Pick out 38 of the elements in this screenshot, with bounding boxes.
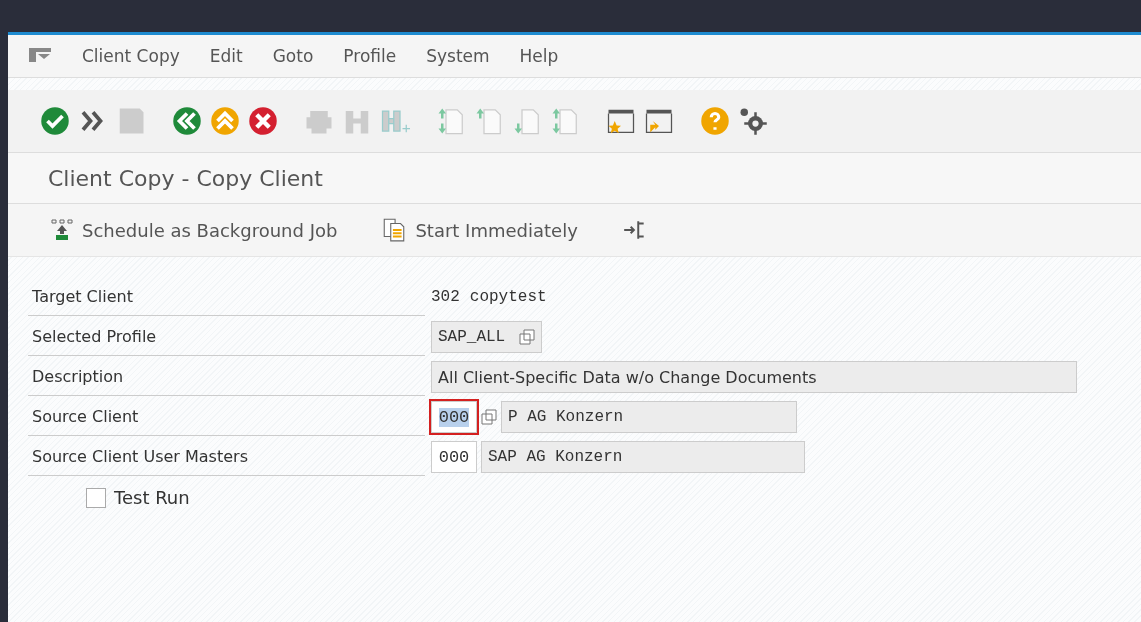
toolbar-button[interactable]: Start Immediately	[379, 214, 580, 246]
checkbox[interactable]	[86, 487, 106, 508]
field-label: Description	[28, 358, 425, 396]
help-icon[interactable]	[700, 106, 730, 136]
next-page-icon[interactable]	[512, 106, 542, 136]
back-icon[interactable]	[172, 106, 202, 136]
field-text: copytest	[469, 288, 547, 306]
menu-item[interactable]: System	[426, 46, 490, 66]
menu-item[interactable]: Help	[519, 46, 559, 66]
checkbox-label: Test Run	[114, 487, 190, 508]
field-label: Selected Profile	[28, 318, 425, 356]
last-page-icon[interactable]	[550, 106, 580, 136]
screen-title: Client Copy - Copy Client	[8, 153, 1141, 204]
value-help-icon[interactable]	[481, 409, 497, 425]
menu-item[interactable]: Goto	[272, 46, 314, 66]
menu-item[interactable]: Edit	[209, 46, 243, 66]
field-label: Source Client User Masters	[28, 438, 425, 476]
close-icon[interactable]	[248, 106, 278, 136]
field-value: 302	[431, 288, 460, 306]
description-field: All Client-Specific Data w/o Change Documents	[431, 361, 1077, 393]
first-page-icon[interactable]	[436, 106, 466, 136]
client-name-field: SAP AG Konzern	[481, 441, 805, 473]
toolbar-button[interactable]: Schedule as Background Job	[48, 215, 340, 245]
job-icon[interactable]	[50, 217, 74, 243]
profile-field[interactable]: SAP_ALL	[431, 321, 543, 353]
client-name-field: P AG Konzern	[501, 401, 797, 433]
settings-icon[interactable]	[738, 106, 768, 136]
menu-icon[interactable]	[28, 47, 52, 65]
field-label: Source Client	[28, 398, 425, 436]
field-label: Target Client	[28, 278, 425, 316]
menu-item[interactable]: Client Copy	[82, 46, 180, 66]
input-field[interactable]: 000	[431, 401, 477, 433]
value-help-icon[interactable]	[519, 329, 536, 345]
previous-page-icon[interactable]	[474, 106, 504, 136]
up-icon[interactable]	[210, 106, 240, 136]
input-field[interactable]: 000	[431, 441, 477, 473]
menu-item[interactable]: Profile	[343, 46, 397, 66]
checkmark-icon[interactable]	[40, 106, 70, 136]
